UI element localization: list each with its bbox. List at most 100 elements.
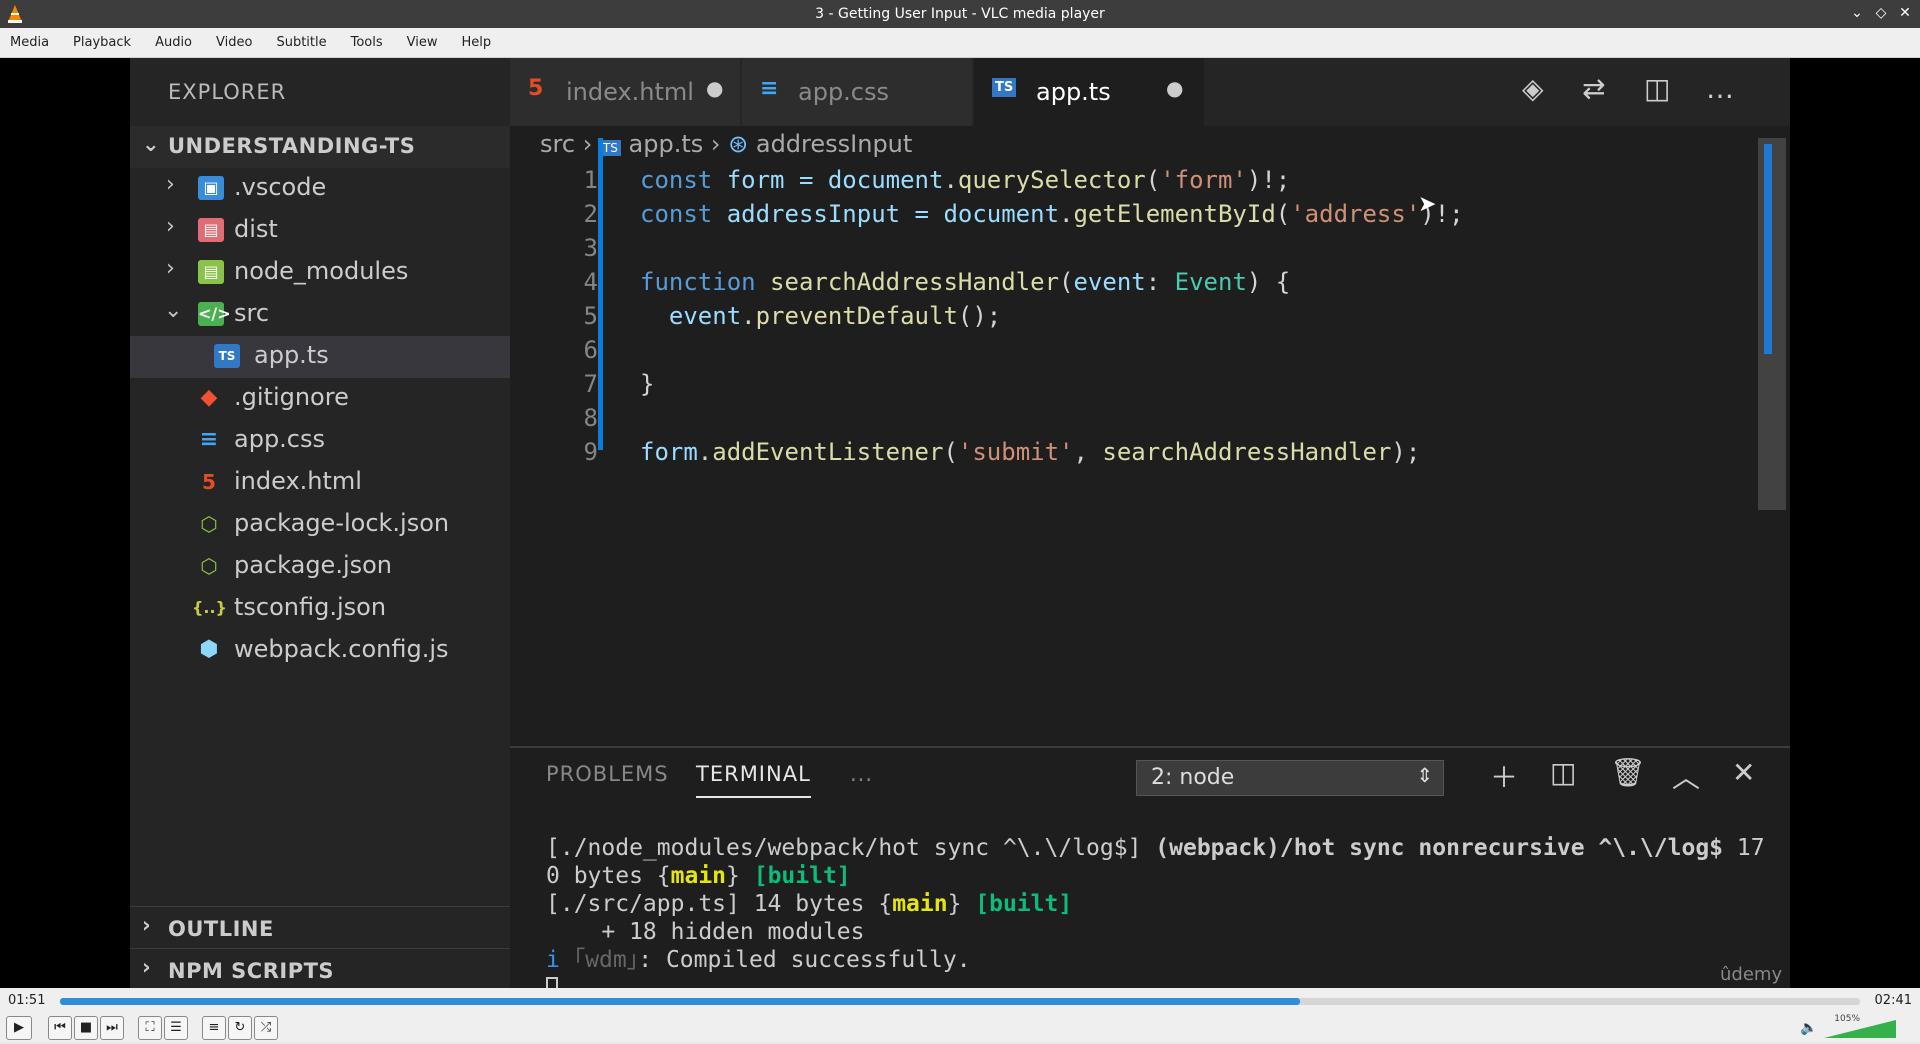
stop-button[interactable]: ■ <box>74 1016 98 1040</box>
video-frame: EXPLORER ⌄ UNDERSTANDING-TS › ▣ .vscode … <box>130 58 1790 988</box>
menu-subtitle[interactable]: Subtitle <box>266 35 336 50</box>
tree-item-src: ⌄ </> src <box>130 294 510 336</box>
code-text: const addressInput = document.getElement… <box>640 200 1464 228</box>
tree-item-gitignore[interactable]: ◆ .gitignore <box>130 378 510 420</box>
code-line: 4 function searchAddressHandler(event: E… <box>510 268 1710 302</box>
terminal-select-value: 2: node <box>1151 765 1235 790</box>
tree-item-label: dist <box>234 215 278 243</box>
maximize-icon[interactable]: ◇ <box>1872 4 1890 22</box>
bottom-panel: PROBLEMS TERMINAL ... 2: node ⇕ ＋ ◫ 🗑 ︿ … <box>510 746 1790 988</box>
loop-button[interactable]: ↻ <box>228 1016 252 1040</box>
close-icon[interactable]: ✕ <box>1896 4 1914 22</box>
menu-help[interactable]: Help <box>452 35 502 50</box>
line-number: 9 <box>583 438 598 466</box>
line-number: 1 <box>583 166 598 194</box>
tree-item-app-css[interactable]: ≡ app.css <box>130 420 510 462</box>
outline-section[interactable]: › OUTLINE <box>130 906 510 948</box>
chevron-right-icon: › <box>142 955 152 979</box>
new-terminal-icon[interactable]: ＋ <box>1490 756 1518 796</box>
code-line: 2 const addressInput = document.getEleme… <box>510 200 1710 234</box>
tree-item-index-html[interactable]: 5 index.html <box>130 462 510 504</box>
tree-item-tsconfig[interactable]: {..} tsconfig.json <box>130 588 510 630</box>
close-panel-icon[interactable]: ✕ <box>1732 756 1755 789</box>
tree-item-label: node_modules <box>234 257 409 285</box>
editor-scrollbar-thumb[interactable] <box>1764 144 1772 354</box>
chevron-right-icon: › <box>166 172 175 197</box>
shuffle-button[interactable]: ⤮ <box>254 1016 278 1040</box>
elapsed-time: 01:51 <box>8 993 46 1008</box>
code-line: 7 } <box>510 370 1710 404</box>
line-number: 7 <box>583 370 598 398</box>
folder-vscode-icon: ▣ <box>198 176 224 200</box>
tab-terminal[interactable]: TERMINAL <box>696 762 811 798</box>
menu-audio[interactable]: Audio <box>145 35 202 50</box>
split-terminal-icon[interactable]: ◫ <box>1550 756 1576 789</box>
previous-button[interactable]: ⏮ <box>48 1016 72 1040</box>
explorer-sidebar: EXPLORER ⌄ UNDERSTANDING-TS › ▣ .vscode … <box>130 58 510 988</box>
outline-label: OUTLINE <box>168 917 274 941</box>
npm-scripts-label: NPM SCRIPTS <box>168 959 335 983</box>
next-button[interactable]: ⏭ <box>100 1016 124 1040</box>
css-file-icon: ≡ <box>199 427 219 452</box>
line-number: 5 <box>583 302 598 330</box>
json-file-icon: {..} <box>192 598 227 617</box>
git-icon: ◆ <box>200 385 218 410</box>
playlist-button[interactable]: ≡ <box>202 1016 226 1040</box>
explorer-title: EXPLORER <box>168 80 287 104</box>
menu-playback[interactable]: Playback <box>63 35 141 50</box>
unsaved-dot-icon[interactable]: ● <box>706 76 723 100</box>
tree-item-label: .gitignore <box>234 383 349 411</box>
tree-item-webpack[interactable]: ⬢ webpack.config.js <box>130 630 510 672</box>
breadcrumb-symbol[interactable]: addressInput <box>756 130 912 158</box>
tree-item-dist: › ▤ dist <box>130 210 510 252</box>
terminal-cursor <box>546 976 558 988</box>
tab-label: index.html <box>566 78 694 106</box>
breadcrumb-folder[interactable]: src <box>540 130 575 158</box>
tree-item-package[interactable]: ⬡ package.json <box>130 546 510 588</box>
tree-item-label: src <box>234 299 270 327</box>
terminal-select[interactable]: 2: node ⇕ <box>1136 760 1444 796</box>
split-editor-icon[interactable]: ◫ <box>1644 72 1670 105</box>
open-changes-icon[interactable]: ⇄ <box>1582 72 1605 105</box>
more-actions-icon[interactable]: … <box>1706 72 1734 105</box>
terminal-output[interactable]: [./node_modules/webpack/hot sync ^\.\/lo… <box>546 834 1765 988</box>
volume-slider[interactable]: 105% <box>1820 1014 1900 1040</box>
controls-bar: ▶ ⏮ ■ ⏭ ⛶ ☰ ≡ ↻ ⤮ 🔈 105% <box>0 1014 1920 1042</box>
ts-file-icon: TS <box>992 78 1017 97</box>
extended-settings-button[interactable]: ☰ <box>164 1016 188 1040</box>
tree-item-app-ts[interactable]: TS app.ts <box>130 336 510 378</box>
menu-media[interactable]: Media <box>0 35 59 50</box>
speaker-icon[interactable]: 🔈 <box>1800 1020 1817 1036</box>
tree-item-package-lock[interactable]: ⬡ package-lock.json <box>130 504 510 546</box>
menu-view[interactable]: View <box>397 35 448 50</box>
breadcrumb-file[interactable]: app.ts <box>629 130 704 158</box>
chevron-up-icon[interactable]: ︿ <box>1672 756 1700 796</box>
updown-arrow-icon: ⇕ <box>1416 763 1433 787</box>
chevron-right-icon: › <box>166 214 175 239</box>
tree-item-label: .vscode <box>234 173 327 201</box>
tab-problems[interactable]: PROBLEMS <box>546 762 669 786</box>
chevron-down-icon: ⌄ <box>142 132 161 156</box>
menu-tools[interactable]: Tools <box>341 35 393 50</box>
panel-more-icon[interactable]: ... <box>850 762 873 786</box>
trash-icon[interactable]: 🗑 <box>1610 756 1646 789</box>
folder-node-icon: ▤ <box>198 260 224 284</box>
video-surface[interactable]: EXPLORER ⌄ UNDERSTANDING-TS › ▣ .vscode … <box>0 58 1920 988</box>
npm-scripts-section[interactable]: › NPM SCRIPTS <box>130 948 510 988</box>
code-line: 8 <box>510 404 1710 438</box>
unsaved-dot-icon[interactable]: ● <box>1166 76 1183 100</box>
tab-index-html[interactable]: 5 index.html ● <box>510 58 740 126</box>
menu-bar: Media Playback Audio Video Subtitle Tool… <box>0 28 1920 58</box>
tab-app-ts[interactable]: TS app.ts ● <box>974 58 1204 126</box>
mouse-pointer-icon: ➤ <box>1418 192 1437 217</box>
tab-label: app.ts <box>1036 78 1111 106</box>
fullscreen-button[interactable]: ⛶ <box>138 1016 162 1040</box>
git-compare-icon[interactable]: ◈ <box>1522 72 1544 105</box>
editor-scrollbar[interactable] <box>1758 138 1786 510</box>
play-button[interactable]: ▶ <box>6 1016 32 1040</box>
tab-app-css[interactable]: ≡ app.css <box>742 58 972 126</box>
menu-video[interactable]: Video <box>206 35 262 50</box>
udemy-watermark: ûdemy <box>1720 964 1783 985</box>
minimize-icon[interactable]: ⌄ <box>1848 4 1866 22</box>
code-editor[interactable]: 1 const form = document.querySelector('f… <box>510 166 1730 586</box>
